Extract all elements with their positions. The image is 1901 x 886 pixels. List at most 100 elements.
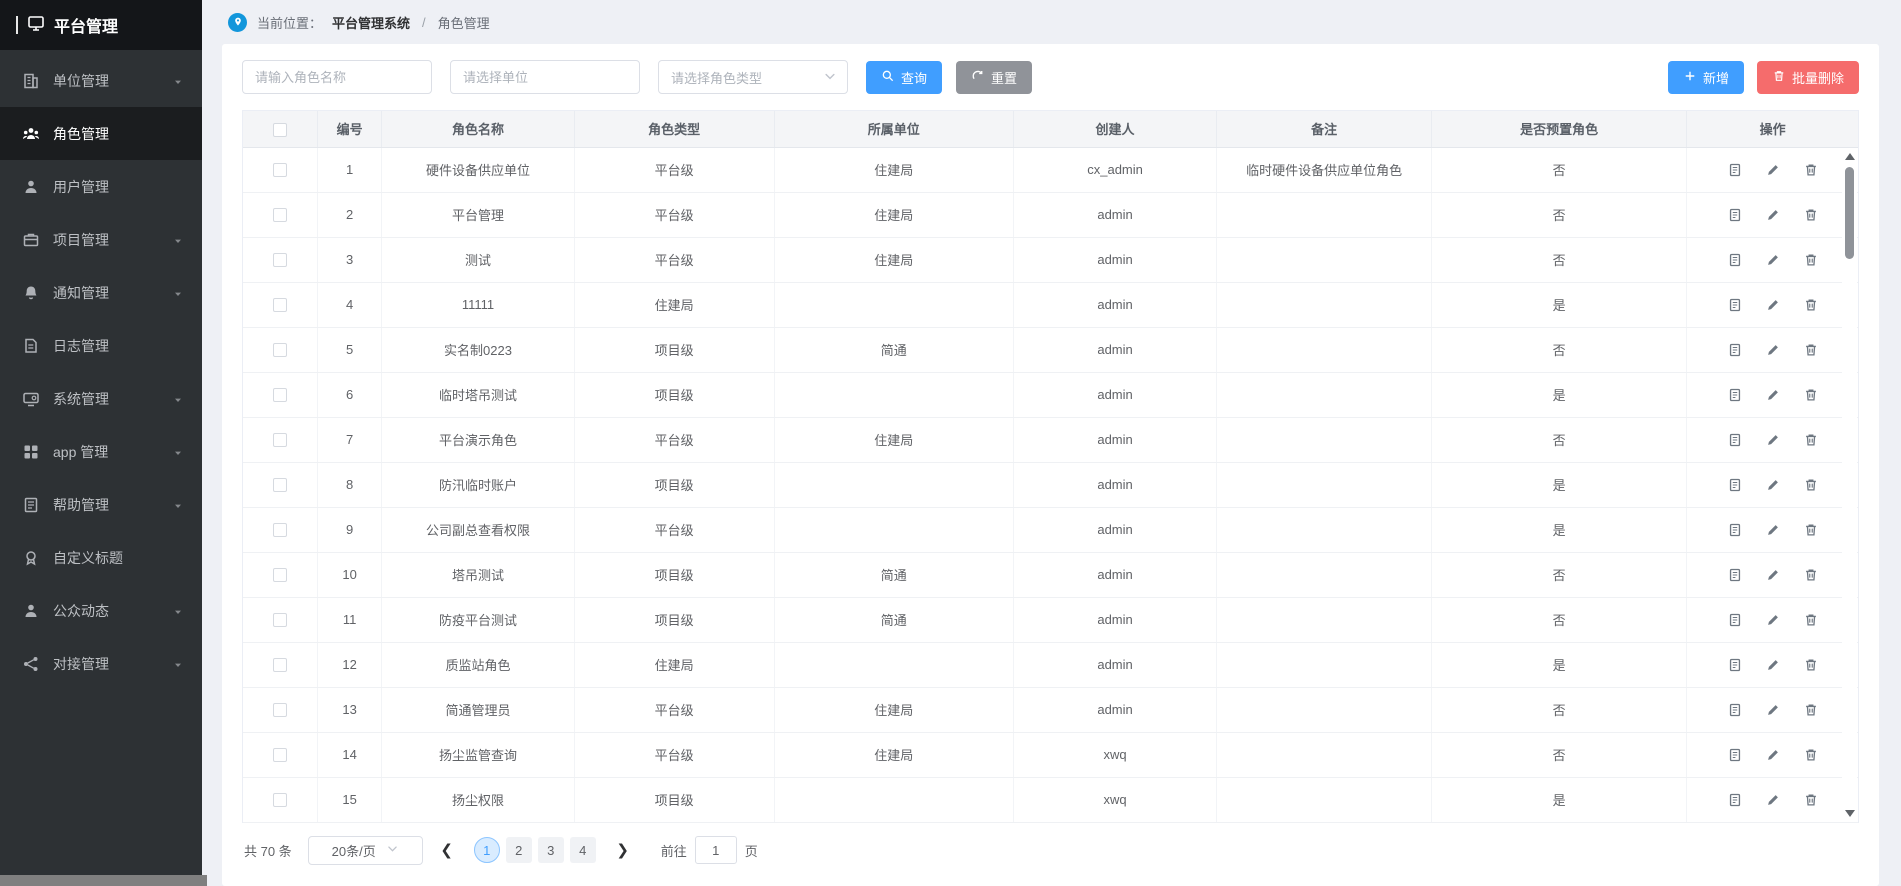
delete-button[interactable]	[1792, 251, 1830, 267]
horizontal-scrollbar-thumb[interactable]	[0, 875, 207, 886]
next-page-button[interactable]: ❯	[609, 836, 637, 864]
sidebar-item-user-mgmt[interactable]: 用户管理	[0, 160, 202, 213]
edit-button[interactable]	[1754, 386, 1792, 402]
delete-button[interactable]	[1792, 431, 1830, 447]
reset-button[interactable]: 重置	[956, 61, 1032, 94]
sidebar-item-public-activity[interactable]: 公众动态	[0, 584, 202, 637]
view-button[interactable]	[1716, 386, 1754, 402]
edit-button[interactable]	[1754, 701, 1792, 717]
row-checkbox[interactable]	[273, 388, 287, 402]
edit-button[interactable]	[1754, 611, 1792, 627]
row-checkbox[interactable]	[273, 298, 287, 312]
view-button[interactable]	[1716, 341, 1754, 357]
view-button[interactable]	[1716, 431, 1754, 447]
view-button[interactable]	[1716, 161, 1754, 177]
delete-button[interactable]	[1792, 161, 1830, 177]
edit-button[interactable]	[1754, 791, 1792, 807]
row-checkbox[interactable]	[273, 208, 287, 222]
view-button[interactable]	[1716, 791, 1754, 807]
view-button[interactable]	[1716, 611, 1754, 627]
cell-creator: admin	[1013, 192, 1216, 237]
row-checkbox[interactable]	[273, 523, 287, 537]
scrollbar-thumb[interactable]	[1845, 167, 1854, 259]
view-button[interactable]	[1716, 701, 1754, 717]
sidebar-item-custom-title[interactable]: 自定义标题	[0, 531, 202, 584]
sidebar-item-log-mgmt[interactable]: 日志管理	[0, 319, 202, 372]
row-checkbox[interactable]	[273, 478, 287, 492]
cell-role-type: 平台级	[574, 732, 774, 777]
edit-button[interactable]	[1754, 431, 1792, 447]
edit-button[interactable]	[1754, 296, 1792, 312]
search-button[interactable]: 查询	[866, 61, 942, 94]
delete-button[interactable]	[1792, 341, 1830, 357]
sidebar-item-project-mgmt[interactable]: 项目管理	[0, 213, 202, 266]
goto-page-input[interactable]	[695, 836, 737, 864]
prev-page-button[interactable]: ❮	[433, 836, 461, 864]
view-button[interactable]	[1716, 521, 1754, 537]
page-button-1[interactable]: 1	[474, 837, 500, 863]
edit-button[interactable]	[1754, 746, 1792, 762]
edit-button[interactable]	[1754, 206, 1792, 222]
cell-actions	[1687, 732, 1858, 777]
role-name-input[interactable]	[242, 60, 432, 94]
delete-button[interactable]	[1792, 296, 1830, 312]
delete-button[interactable]	[1792, 791, 1830, 807]
sidebar-item-app-mgmt[interactable]: app 管理	[0, 425, 202, 478]
row-checkbox[interactable]	[273, 343, 287, 357]
row-checkbox[interactable]	[273, 613, 287, 627]
delete-button[interactable]	[1792, 476, 1830, 492]
cell-id: 15	[317, 777, 382, 822]
view-button[interactable]	[1716, 746, 1754, 762]
delete-button[interactable]	[1792, 566, 1830, 582]
row-checkbox[interactable]	[273, 568, 287, 582]
row-checkbox[interactable]	[273, 793, 287, 807]
view-button[interactable]	[1716, 251, 1754, 267]
edit-button[interactable]	[1754, 251, 1792, 267]
edit-button[interactable]	[1754, 161, 1792, 177]
view-button[interactable]	[1716, 566, 1754, 582]
row-checkbox[interactable]	[273, 703, 287, 717]
delete-button[interactable]	[1792, 206, 1830, 222]
edit-button[interactable]	[1754, 656, 1792, 672]
batch-delete-button[interactable]: 批量删除	[1757, 61, 1859, 94]
row-checkbox[interactable]	[273, 433, 287, 447]
sidebar-item-unit-mgmt[interactable]: 单位管理	[0, 54, 202, 107]
edit-button[interactable]	[1754, 341, 1792, 357]
sidebar-item-notice-mgmt[interactable]: 通知管理	[0, 266, 202, 319]
delete-button[interactable]	[1792, 656, 1830, 672]
role-type-select[interactable]: 请选择角色类型	[658, 60, 848, 94]
row-checkbox[interactable]	[273, 658, 287, 672]
page-size-select[interactable]: 20条/页	[308, 836, 423, 865]
view-button[interactable]	[1716, 206, 1754, 222]
cell-remark	[1217, 507, 1432, 552]
view-button[interactable]	[1716, 656, 1754, 672]
edit-button[interactable]	[1754, 566, 1792, 582]
delete-button[interactable]	[1792, 521, 1830, 537]
vertical-scrollbar[interactable]	[1842, 148, 1857, 822]
row-checkbox[interactable]	[273, 253, 287, 267]
sidebar-item-integration-mgmt[interactable]: 对接管理	[0, 637, 202, 690]
sidebar-item-role-mgmt[interactable]: 角色管理	[0, 107, 202, 160]
row-checkbox[interactable]	[273, 163, 287, 177]
delete-button[interactable]	[1792, 701, 1830, 717]
view-button[interactable]	[1716, 476, 1754, 492]
scroll-down-icon[interactable]	[1845, 810, 1855, 817]
unit-select[interactable]	[450, 60, 640, 94]
sidebar-item-system-mgmt[interactable]: 系统管理	[0, 372, 202, 425]
delete-button[interactable]	[1792, 611, 1830, 627]
sidebar-item-help-mgmt[interactable]: 帮助管理	[0, 478, 202, 531]
page-button-3[interactable]: 3	[538, 837, 564, 863]
edit-button[interactable]	[1754, 476, 1792, 492]
scroll-up-icon[interactable]	[1845, 153, 1855, 160]
cell-select	[243, 642, 317, 687]
delete-button[interactable]	[1792, 386, 1830, 402]
page-button-4[interactable]: 4	[570, 837, 596, 863]
delete-button[interactable]	[1792, 746, 1830, 762]
select-all-checkbox[interactable]	[273, 123, 287, 137]
edit-button[interactable]	[1754, 521, 1792, 537]
breadcrumb-root[interactable]: 平台管理系统	[332, 13, 410, 32]
view-button[interactable]	[1716, 296, 1754, 312]
row-checkbox[interactable]	[273, 748, 287, 762]
page-button-2[interactable]: 2	[506, 837, 532, 863]
add-button[interactable]: 新增	[1668, 61, 1744, 94]
